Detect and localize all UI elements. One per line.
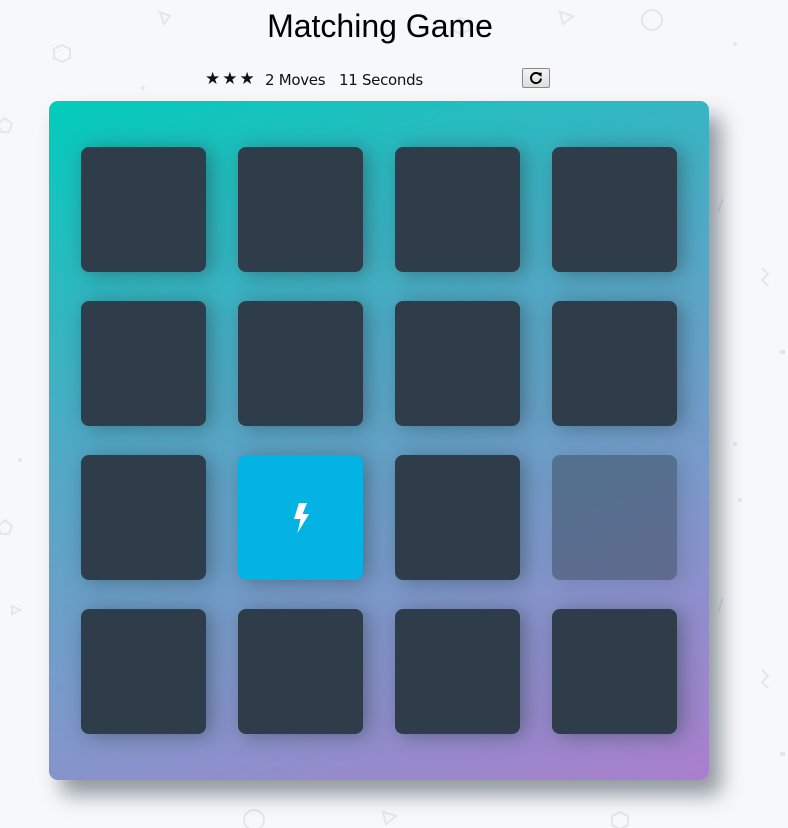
- card-deck: [49, 101, 709, 780]
- card[interactable]: [81, 301, 206, 426]
- moves-counter: 2 Moves: [265, 71, 326, 89]
- card[interactable]: [395, 147, 520, 272]
- card[interactable]: [238, 301, 363, 426]
- card[interactable]: [238, 609, 363, 734]
- card[interactable]: [238, 147, 363, 272]
- card[interactable]: [81, 455, 206, 580]
- star-icon: ★: [205, 69, 221, 89]
- card-open[interactable]: [238, 455, 363, 580]
- card[interactable]: [395, 455, 520, 580]
- score-panel: ★ ★ ★ 2 Moves 11 Seconds: [205, 68, 555, 92]
- restart-button[interactable]: [522, 68, 550, 88]
- card-faded[interactable]: [552, 455, 677, 580]
- card[interactable]: [395, 609, 520, 734]
- restart-icon: [530, 72, 542, 85]
- timer: 11 Seconds: [339, 71, 423, 89]
- card[interactable]: [395, 301, 520, 426]
- card[interactable]: [552, 609, 677, 734]
- card[interactable]: [552, 301, 677, 426]
- star-rating: ★ ★ ★: [205, 68, 255, 90]
- star-icon: ★: [239, 69, 255, 89]
- card[interactable]: [552, 147, 677, 272]
- page-title: Matching Game: [267, 8, 493, 44]
- card[interactable]: [81, 147, 206, 272]
- card[interactable]: [81, 609, 206, 734]
- bolt-icon: [293, 502, 309, 533]
- star-icon: ★: [222, 69, 238, 89]
